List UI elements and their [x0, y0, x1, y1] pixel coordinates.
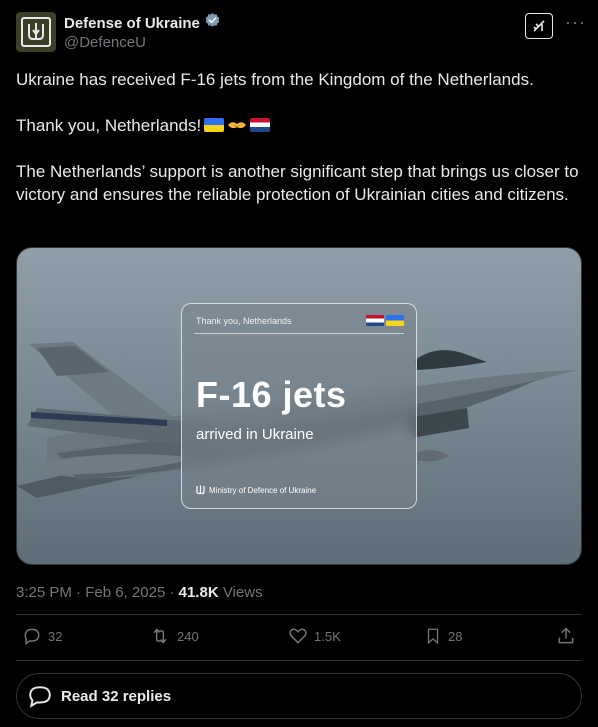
card-title: F-16 jets	[196, 374, 347, 415]
views-label: Views	[222, 584, 263, 601]
divider	[16, 614, 582, 615]
share-button[interactable]	[556, 626, 576, 646]
announcement-card: Thank you, Netherlands F-16 jets arrived…	[181, 303, 417, 509]
verified-badge-icon	[204, 12, 221, 34]
grok-icon[interactable]	[525, 13, 553, 39]
more-options-button[interactable]: ···	[565, 12, 586, 33]
author-name-line[interactable]: Defense of Ukraine	[64, 12, 221, 34]
bookmark-count: 28	[448, 628, 463, 644]
card-subtitle: arrived in Ukraine	[196, 426, 314, 443]
divider	[16, 660, 582, 661]
meta-separator: ·	[71, 584, 86, 601]
tweet-text: Ukraine has received F-16 jets from the …	[16, 68, 586, 206]
author-handle[interactable]: @DefenceU	[64, 34, 146, 51]
reply-button[interactable]: 32	[22, 626, 62, 646]
flag-netherlands-icon	[366, 315, 384, 326]
repost-button[interactable]: 240	[149, 626, 199, 646]
tweet-date[interactable]: Feb 6, 2025	[85, 584, 165, 601]
tweet-line-3: The Netherlands’ support is another sign…	[16, 162, 579, 204]
tweet-line-2: Thank you, Netherlands!	[16, 114, 586, 137]
flag-netherlands-icon	[250, 118, 271, 132]
author-display-name[interactable]: Defense of Ukraine	[64, 15, 200, 32]
like-count: 1.5K	[314, 628, 341, 644]
tweet-line-1: Ukraine has received F-16 jets from the …	[16, 70, 534, 89]
share-icon	[558, 627, 574, 644]
like-button[interactable]: 1.5K	[288, 626, 341, 646]
views-count: 41.8K	[178, 584, 219, 601]
read-replies-label: Read 32 replies	[61, 687, 172, 705]
card-footer: Ministry of Defence of Ukraine	[196, 485, 316, 495]
avatar[interactable]	[16, 12, 56, 52]
repost-count: 240	[177, 628, 199, 644]
reply-bubble-icon	[29, 686, 51, 708]
card-footer-text: Ministry of Defence of Ukraine	[209, 485, 317, 495]
action-bar: 32 240 1.5K 28	[16, 626, 582, 658]
bookmark-button[interactable]: 28	[424, 626, 462, 646]
handshake-icon	[228, 122, 247, 129]
card-divider	[194, 333, 404, 334]
card-header-text: Thank you, Netherlands	[196, 316, 292, 326]
tweet-meta: 3:25 PM · Feb 6, 2025 · 41.8K Views	[16, 584, 263, 601]
trident-icon	[196, 485, 205, 495]
tweet-line-2-text: Thank you, Netherlands!	[16, 116, 202, 135]
flag-ukraine-icon	[386, 315, 404, 326]
repost-icon	[153, 628, 167, 644]
flag-ukraine-icon	[204, 118, 225, 132]
tweet-time[interactable]: 3:25 PM	[16, 584, 72, 601]
read-replies-button[interactable]: Read 32 replies	[16, 673, 582, 719]
reply-count: 32	[48, 628, 63, 644]
card-flags	[366, 315, 404, 326]
tweet-media-image[interactable]: Thank you, Netherlands F-16 jets arrived…	[16, 247, 582, 565]
heart-icon	[289, 628, 307, 644]
bookmark-icon	[427, 628, 439, 645]
reply-icon	[24, 628, 40, 645]
trident-icon	[21, 17, 51, 47]
